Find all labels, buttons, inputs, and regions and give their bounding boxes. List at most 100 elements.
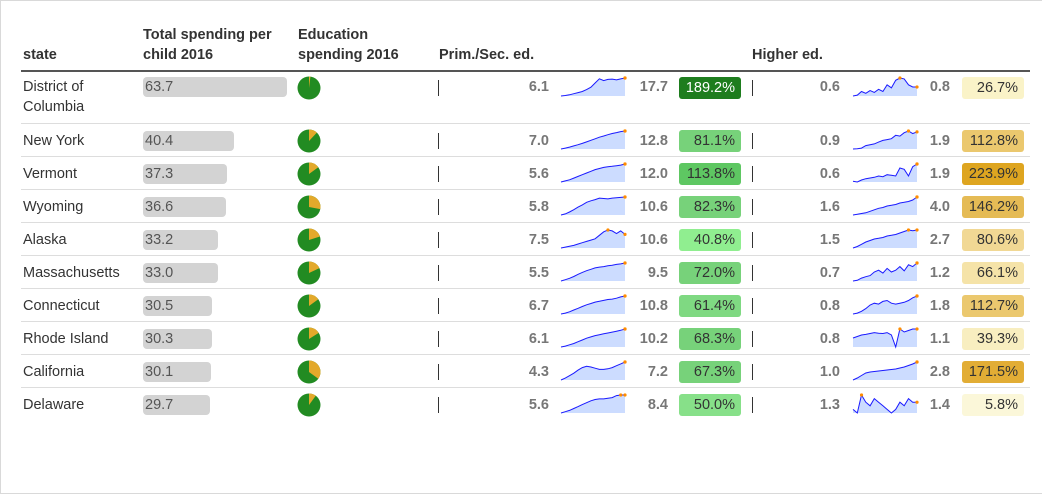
higher-ed-sparkline-max-dot [859,392,864,397]
prim-sec-sparkline [560,359,627,380]
prim-sec-sparkline-max-dot [619,392,623,397]
state-name-line1: New York [23,132,85,149]
prim-sec-sparkline-last-dot [623,232,627,236]
prim-sec-tick [438,165,439,182]
higher-ed-end: 0.8 [929,79,950,95]
prim-sec-change-badge: 50.0% [679,393,741,416]
prim-sec-sparkline-area [561,361,625,380]
state-name-line1: Delaware [23,396,85,413]
higher-ed-sparkline-max-dot [898,326,902,331]
total-spending-value: 37.3 [145,165,174,182]
header-edu-spending-line2[interactable]: spending 2016 [298,45,399,65]
higher-ed-sparkline [852,128,919,149]
prim-sec-start: 6.1 [528,79,549,95]
higher-ed-tick [752,132,753,149]
prim-sec-sparkline-last-dot [623,161,627,166]
table-row: Massachusetts 33.0 5.5 9.5 72.0% 0.7 1.2 66.1% [21,256,1030,289]
higher-ed-sparkline [852,76,919,97]
prim-sec-tick [438,80,439,96]
higher-ed-tick [752,330,753,347]
prim-sec-tick [438,363,439,380]
prim-sec-sparkline-last-dot [623,326,627,331]
state-name-line1: Rhode Island [23,330,109,347]
prim-sec-sparkline [560,194,627,215]
higher-ed-end: 1.1 [929,330,950,347]
state-name: Delaware [23,395,84,415]
higher-ed-sparkline-area [853,328,917,347]
header-higher-ed[interactable]: Higher ed. [752,45,823,65]
higher-ed-tick [752,363,753,380]
higher-ed-sparkline-max-dot [898,76,902,80]
table-row: Rhode Island 30.3 6.1 10.2 68.3% 0.8 1.1 39.3% [21,322,1030,355]
state-name-line1: Vermont [23,165,77,182]
state-name: Massachusetts [23,263,120,283]
table-row: Vermont 37.3 5.6 12.0 113.8% 0.6 1.9 223.9% [21,157,1030,190]
prim-sec-start: 5.8 [528,198,549,215]
higher-ed-end: 4.0 [929,198,950,215]
prim-sec-sparkline-last-dot [623,260,627,265]
higher-ed-start: 0.8 [819,297,840,314]
higher-ed-end: 1.9 [929,165,950,182]
higher-ed-end: 1.9 [929,132,950,149]
total-spending-value: 36.6 [145,198,174,215]
higher-ed-sparkline-area [853,229,917,248]
header-state[interactable]: state [23,45,57,65]
header-total-spending-line1[interactable]: Total spending per [143,25,272,45]
prim-sec-sparkline [560,260,627,281]
prim-sec-sparkline-last-dot [623,392,627,397]
higher-ed-tick [752,396,753,413]
higher-ed-tick [752,80,753,96]
prim-sec-change-badge: 189.2% [679,77,741,99]
state-name-line1: Connecticut [23,297,100,314]
prim-sec-start: 4.3 [528,363,549,380]
prim-sec-end: 10.6 [639,231,668,248]
higher-ed-start: 0.6 [819,165,840,182]
edu-spending-pie [297,261,321,284]
prim-sec-end: 8.4 [647,396,668,413]
prim-sec-start: 5.5 [528,264,549,281]
higher-ed-start: 1.5 [819,231,840,248]
prim-sec-change-badge: 68.3% [679,327,741,350]
prim-sec-start: 6.7 [528,297,549,314]
higher-ed-change-badge: 112.7% [962,294,1024,317]
higher-ed-sparkline [852,392,919,414]
state-name: New York [23,131,84,151]
table-row: California 30.1 4.3 7.2 67.3% 1.0 2.8 171.5% [21,355,1030,388]
prim-sec-sparkline [560,128,627,149]
edu-spending-pie [297,360,321,383]
higher-ed-start: 0.6 [819,79,840,95]
prim-sec-sparkline-last-dot [623,194,627,199]
state-name-line1: District of [23,79,84,95]
prim-sec-start: 7.0 [528,132,549,149]
state-name: California [23,362,84,382]
prim-sec-sparkline [560,293,627,314]
state-name-line1: Alaska [23,231,67,248]
prim-sec-tick [438,132,439,149]
higher-ed-tick [752,198,753,215]
prim-sec-sparkline [560,227,627,248]
header-edu-spending-line1[interactable]: Education [298,25,368,45]
higher-ed-sparkline [852,194,919,215]
prim-sec-end: 10.8 [639,297,668,314]
total-spending-value: 40.4 [145,132,174,149]
prim-sec-sparkline [560,76,627,97]
state-name: Vermont [23,164,77,184]
prim-sec-end: 10.6 [639,198,668,215]
higher-ed-sparkline [852,359,919,380]
higher-ed-start: 0.8 [819,330,840,347]
state-name-line1: Massachusetts [23,264,120,281]
higher-ed-sparkline [852,161,919,183]
header-total-spending-line2[interactable]: child 2016 [143,45,213,65]
prim-sec-end: 7.2 [647,363,668,380]
higher-ed-start: 0.9 [819,132,840,149]
state-name: Wyoming [23,197,83,217]
higher-ed-start: 1.3 [819,396,840,413]
edu-spending-pie [297,195,321,218]
state-name-line2: Columbia [23,99,85,115]
state-spending-table: state Total spending per child 2016 Educ… [21,0,1030,420]
state-name-line1: Wyoming [23,198,84,215]
prim-sec-end: 9.5 [647,264,668,281]
header-prim-sec[interactable]: Prim./Sec. ed. [439,45,534,65]
edu-spending-pie [297,228,321,251]
prim-sec-tick [438,330,439,347]
